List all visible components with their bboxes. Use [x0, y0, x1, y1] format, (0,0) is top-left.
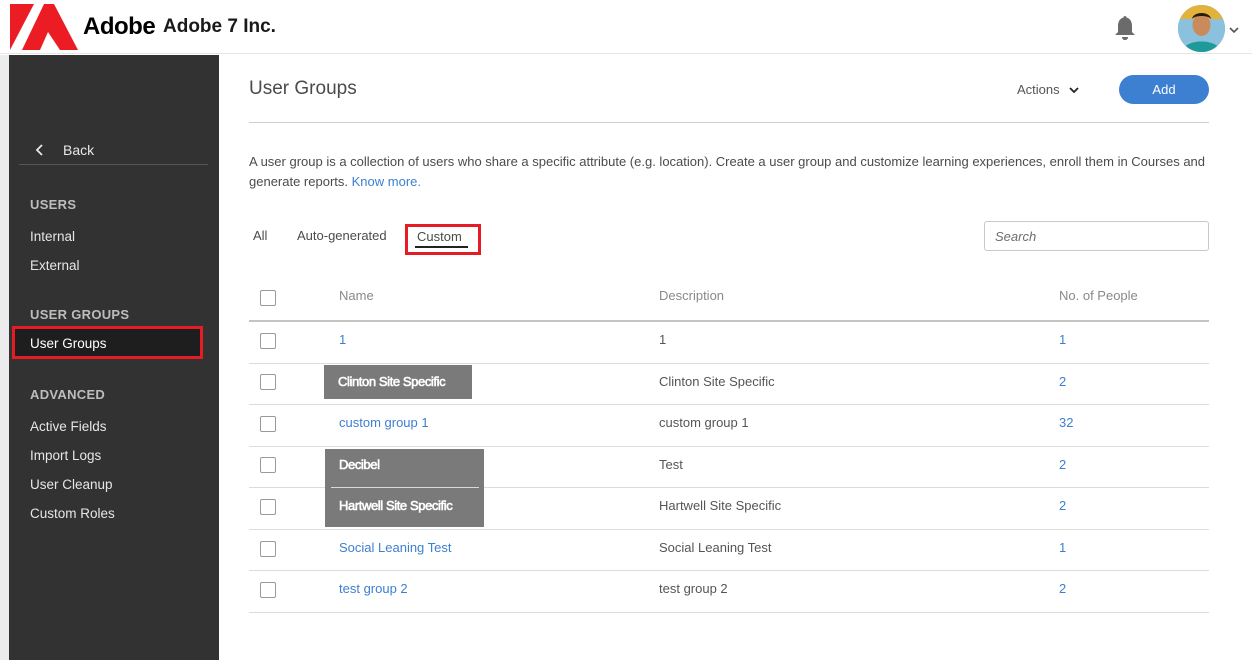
tab-auto-generated[interactable]: Auto-generated: [297, 228, 387, 243]
row-divider: [249, 446, 1209, 447]
sidebar-item-user-cleanup[interactable]: User Cleanup: [30, 477, 113, 492]
row-checkbox[interactable]: [260, 541, 276, 557]
left-gutter: [0, 55, 9, 660]
org-name: Adobe 7 Inc.: [163, 16, 276, 37]
sidebar: Back USERS Internal External USER GROUPS…: [9, 55, 219, 660]
group-name-link[interactable]: custom group 1: [339, 415, 429, 430]
search-input[interactable]: [984, 221, 1209, 251]
column-header-name[interactable]: Name: [339, 288, 374, 303]
table-header-divider: [249, 320, 1209, 322]
redacted-name[interactable]: Decibel: [339, 457, 381, 473]
actions-label: Actions: [1017, 82, 1060, 97]
know-more-link[interactable]: Know more.: [352, 174, 421, 189]
group-name-link[interactable]: 1: [339, 332, 346, 347]
group-description: Hartwell Site Specific: [659, 498, 782, 513]
sidebar-item-user-groups[interactable]: User Groups: [12, 326, 203, 359]
group-description: custom group 1: [659, 415, 749, 430]
sidebar-item-custom-roles[interactable]: Custom Roles: [30, 506, 115, 521]
people-count-link[interactable]: 2: [1059, 498, 1066, 513]
notification-bell-icon[interactable]: [1113, 14, 1137, 42]
divider: [249, 122, 1209, 123]
user-groups-section-heading: USER GROUPS: [30, 307, 130, 322]
column-header-people[interactable]: No. of People: [1059, 288, 1138, 303]
group-name-link[interactable]: Social Leaning Test: [339, 540, 452, 555]
adobe-wordmark: Adobe: [83, 13, 156, 40]
row-checkbox[interactable]: [260, 374, 276, 390]
row-checkbox[interactable]: [260, 416, 276, 432]
select-all-checkbox[interactable]: [260, 290, 276, 306]
sidebar-item-external[interactable]: External: [30, 258, 80, 273]
group-description: test group 2: [659, 581, 728, 596]
row-divider: [484, 487, 1209, 488]
adobe-logo-icon[interactable]: [10, 4, 78, 50]
group-description: Test: [659, 457, 683, 472]
row-checkbox[interactable]: [260, 333, 276, 349]
top-header: Adobe Adobe 7 Inc.: [0, 0, 1252, 54]
page-title: User Groups: [249, 78, 357, 99]
users-section-heading: USERS: [30, 197, 77, 212]
chevron-left-icon: [35, 143, 43, 156]
column-header-description[interactable]: Description: [659, 288, 724, 303]
row-divider: [249, 612, 1209, 613]
group-name-link[interactable]: test group 2: [339, 581, 408, 596]
row-divider: [249, 404, 1209, 405]
sidebar-item-active-fields[interactable]: Active Fields: [30, 419, 107, 434]
row-divider: [249, 363, 1209, 364]
sidebar-item-import-logs[interactable]: Import Logs: [30, 448, 101, 463]
advanced-section-heading: ADVANCED: [30, 387, 106, 402]
back-button[interactable]: Back: [19, 135, 208, 165]
tab-all[interactable]: All: [253, 228, 267, 243]
user-avatar[interactable]: [1178, 5, 1225, 52]
people-count-link[interactable]: 2: [1059, 457, 1066, 472]
people-count-link[interactable]: 1: [1059, 540, 1066, 555]
people-count-link[interactable]: 2: [1059, 581, 1066, 596]
redacted-name[interactable]: Clinton Site Specific: [324, 365, 472, 399]
add-button[interactable]: Add: [1119, 75, 1209, 104]
group-description: Clinton Site Specific: [659, 374, 775, 389]
sidebar-item-label: User Groups: [30, 336, 107, 351]
active-tab-underline: [415, 246, 468, 248]
group-description: Social Leaning Test: [659, 540, 772, 555]
chevron-down-icon[interactable]: [1228, 22, 1240, 34]
people-count-link[interactable]: 1: [1059, 332, 1066, 347]
row-checkbox[interactable]: [260, 457, 276, 473]
tab-custom-label: Custom: [417, 229, 462, 244]
row-divider: [249, 529, 1209, 530]
redacted-name[interactable]: Hartwell Site Specific: [339, 498, 453, 514]
group-description: 1: [659, 332, 667, 347]
people-count-link[interactable]: 2: [1059, 374, 1066, 389]
people-count-link[interactable]: 32: [1059, 415, 1073, 430]
row-checkbox[interactable]: [260, 582, 276, 598]
row-divider: [249, 487, 325, 488]
chevron-down-icon: [1069, 86, 1079, 93]
tab-custom[interactable]: Custom: [405, 224, 481, 255]
back-label: Back: [63, 141, 95, 158]
page-description: A user group is a collection of users wh…: [249, 152, 1214, 191]
row-divider: [249, 570, 1209, 571]
sidebar-item-internal[interactable]: Internal: [30, 229, 75, 244]
actions-dropdown[interactable]: Actions: [1017, 82, 1080, 97]
row-checkbox[interactable]: [260, 499, 276, 515]
